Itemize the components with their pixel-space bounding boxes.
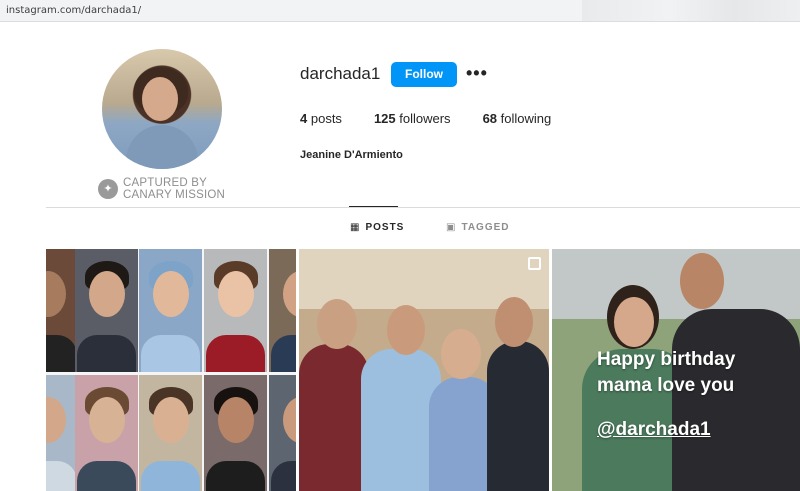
profile-username: darchada1	[300, 64, 381, 83]
person-face	[387, 305, 425, 355]
collage-portrait	[139, 249, 202, 372]
grid-icon: ▦	[350, 222, 361, 233]
active-tab-indicator	[349, 206, 398, 207]
collage-portrait	[204, 249, 267, 372]
person-maroon-shirt	[299, 344, 369, 491]
stat-followers[interactable]: 125 followers	[374, 111, 451, 126]
watermark: ✦ CAPTURED BY CANARY MISSION	[98, 177, 225, 201]
tabs-divider	[46, 207, 800, 208]
collage-portrait	[204, 375, 267, 491]
tag-icon: ▣	[446, 222, 457, 233]
collage-portrait	[75, 249, 138, 372]
browser-toolbar-area	[582, 0, 800, 21]
post-birthday[interactable]: Happy birthday mama love you @darchada1	[552, 249, 800, 491]
tab-tagged[interactable]: ▣ TAGGED	[446, 222, 510, 233]
more-options-icon[interactable]: •••	[466, 63, 488, 84]
collage-portrait	[269, 249, 296, 372]
profile-full-name: Jeanine D'Armiento	[300, 149, 403, 161]
canary-bird-icon: ✦	[98, 179, 118, 199]
avatar-shirt	[126, 125, 198, 169]
person-face	[614, 297, 654, 347]
collage-portrait	[75, 375, 138, 491]
multiple-photos-icon	[528, 257, 541, 270]
tab-posts[interactable]: ▦ POSTS	[350, 222, 404, 233]
story-caption: Happy birthday mama love you	[597, 349, 736, 396]
avatar-face	[142, 77, 178, 121]
profile-stats: 4 posts 125 followers 68 following	[300, 111, 583, 126]
follow-button[interactable]: Follow	[391, 62, 457, 87]
post-family-photo[interactable]	[299, 249, 549, 491]
stat-following[interactable]: 68 following	[483, 111, 552, 126]
url-text[interactable]: instagram.com/darchada1/	[6, 5, 141, 16]
person-face	[680, 253, 724, 309]
person-face	[317, 299, 357, 349]
person-face	[441, 329, 481, 379]
post-collage[interactable]	[46, 249, 296, 491]
watermark-text: CAPTURED BY CANARY MISSION	[123, 177, 226, 201]
story-mention[interactable]: @darchada1	[597, 419, 711, 441]
browser-url-bar[interactable]: instagram.com/darchada1/	[0, 0, 800, 22]
collage-portrait	[269, 375, 296, 491]
person-face	[495, 297, 533, 347]
collage-portrait	[139, 375, 202, 491]
profile-avatar[interactable]	[102, 49, 222, 169]
stat-posts: 4 posts	[300, 111, 342, 126]
person-jersey	[672, 309, 800, 491]
person-dark-suit	[487, 341, 549, 491]
